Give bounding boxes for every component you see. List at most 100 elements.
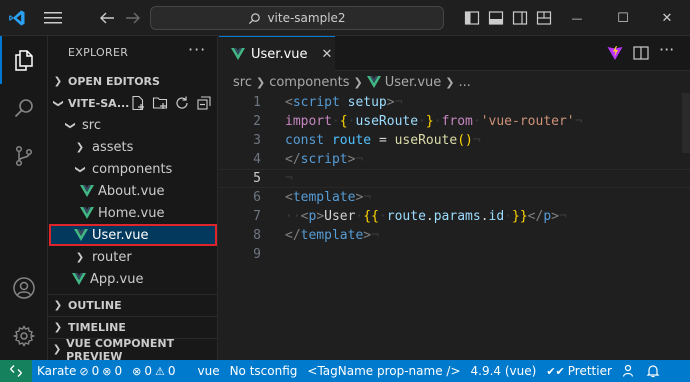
code-line: 3 const route = useRoute()¬ bbox=[219, 131, 690, 150]
explorer-title: EXPLORER bbox=[68, 46, 129, 59]
manage-activity-button[interactable] bbox=[0, 312, 48, 360]
activity-bar bbox=[0, 36, 48, 360]
chevron-right-icon: ❯ bbox=[75, 141, 85, 153]
code-text: ¬ bbox=[285, 171, 293, 186]
problems-status[interactable]: ⊗ 0 ⚠ 0 bbox=[127, 360, 180, 382]
active-indicator bbox=[0, 36, 2, 84]
vite-icon[interactable] bbox=[606, 44, 624, 62]
breadcrumb-item[interactable]: components bbox=[269, 75, 349, 90]
code-text: import·{·useRoute·}·from·'vue-router'¬ bbox=[285, 114, 583, 129]
explorer-actions bbox=[130, 95, 212, 111]
line-number: 3 bbox=[253, 133, 261, 148]
breadcrumb-item[interactable]: src bbox=[233, 75, 252, 90]
line-number: 7 bbox=[253, 209, 261, 224]
vue-file-icon bbox=[74, 229, 88, 241]
double-check-icon: ✔✔ bbox=[546, 364, 565, 378]
version-label: 4.9.4 (vue) bbox=[470, 364, 537, 378]
command-center-search[interactable]: vite-sample2 bbox=[150, 6, 444, 30]
tree-item-label: Home.vue bbox=[98, 205, 165, 221]
search-activity-button[interactable] bbox=[0, 84, 48, 132]
toggle-panel-icon[interactable] bbox=[488, 10, 504, 26]
forward-arrow-icon[interactable] bbox=[124, 9, 142, 27]
karate-status[interactable]: Karate ⊘ 0 ⊗ 0 bbox=[32, 360, 127, 382]
refresh-icon[interactable] bbox=[174, 95, 190, 111]
prettier-status[interactable]: ✔✔ Prettier bbox=[541, 360, 617, 382]
code-text: </script>¬ bbox=[285, 152, 364, 167]
back-arrow-icon[interactable] bbox=[98, 9, 116, 27]
vue-preview-label: VUE COMPONENT PREVIEW bbox=[66, 336, 175, 363]
code-line: 6 <template>¬ bbox=[219, 188, 690, 207]
breadcrumb-item[interactable]: ... bbox=[458, 75, 470, 90]
remote-button[interactable] bbox=[0, 360, 32, 382]
chevron-right-icon: ❯ bbox=[53, 322, 63, 333]
close-window-button[interactable]: ✕ bbox=[644, 0, 690, 36]
notifications-button[interactable] bbox=[641, 360, 665, 382]
chevron-right-icon: ❯ bbox=[53, 300, 63, 311]
line-number: 9 bbox=[253, 247, 261, 262]
warning-count: 0 bbox=[114, 364, 123, 378]
close-tab-icon[interactable]: ✕ bbox=[322, 47, 333, 62]
tree-folder-assets[interactable]: ❯ assets bbox=[48, 136, 218, 158]
chevron-right-icon: ❯ bbox=[75, 251, 85, 263]
split-editor-icon[interactable] bbox=[632, 44, 650, 62]
explorer-more-actions-button[interactable]: ··· bbox=[188, 40, 206, 59]
tree-file-app[interactable]: App.vue bbox=[48, 268, 218, 290]
breadcrumb-item[interactable]: User.vue bbox=[385, 75, 442, 90]
accounts-activity-button[interactable] bbox=[0, 264, 48, 312]
customize-layout-icon[interactable] bbox=[536, 10, 552, 26]
remote-icon bbox=[10, 365, 22, 377]
typescript-version-status[interactable]: 4.9.4 (vue) bbox=[466, 360, 542, 382]
prettier-label: Prettier bbox=[567, 364, 612, 378]
code-line: 4 </script>¬ bbox=[219, 150, 690, 169]
vue-file-icon bbox=[366, 76, 381, 88]
tagname-status[interactable]: <TagName prop-name /> bbox=[302, 360, 465, 382]
language-mode-status[interactable]: vue bbox=[192, 360, 224, 382]
breadcrumb: src ❯ components ❯ User.vue ❯ ... bbox=[219, 71, 690, 93]
tree-file-about[interactable]: About.vue bbox=[48, 180, 218, 202]
source-control-activity-button[interactable] bbox=[0, 132, 48, 180]
tree-file-home[interactable]: Home.vue bbox=[48, 202, 218, 224]
chevron-down-icon: ❯ bbox=[74, 164, 86, 174]
minimize-icon: — bbox=[571, 11, 583, 25]
editor-scrollbar[interactable] bbox=[682, 93, 690, 153]
code-line-current: 5 ¬ bbox=[219, 169, 690, 188]
editor-tab-bar: User.vue ✕ ··· bbox=[219, 36, 690, 71]
new-folder-icon[interactable] bbox=[152, 95, 168, 111]
tree-folder-router[interactable]: ❯ router bbox=[48, 246, 218, 268]
warning-icon: ⚠ bbox=[154, 364, 165, 378]
feedback-button[interactable] bbox=[617, 360, 641, 382]
warning-icon: ⊗ bbox=[102, 364, 112, 378]
vue-file-icon bbox=[231, 48, 245, 60]
code-text: const route = useRoute()¬ bbox=[285, 133, 481, 148]
maximize-button[interactable]: ☐ bbox=[600, 0, 646, 36]
open-editors-label: OPEN EDITORS bbox=[68, 74, 160, 88]
vscode-logo-icon bbox=[9, 10, 25, 26]
project-section[interactable]: ❯ VITE-SA... bbox=[48, 92, 218, 114]
more-actions-button[interactable]: ··· bbox=[659, 40, 683, 59]
gear-icon bbox=[12, 325, 36, 347]
minimize-button[interactable]: — bbox=[554, 0, 600, 36]
search-icon bbox=[249, 12, 261, 24]
explorer-sidebar: EXPLORER ··· ❯ OPEN EDITORS ❯ VITE-SA... bbox=[48, 36, 218, 363]
vue-file-icon bbox=[80, 185, 94, 197]
tree-folder-components[interactable]: ❯ components bbox=[48, 158, 218, 180]
tab-user-vue[interactable]: User.vue ✕ bbox=[219, 36, 335, 71]
tsconfig-status[interactable]: No tsconfig bbox=[225, 360, 303, 382]
toggle-primary-sidebar-icon[interactable] bbox=[464, 10, 480, 26]
toggle-secondary-sidebar-icon[interactable] bbox=[512, 10, 528, 26]
new-file-icon[interactable] bbox=[130, 95, 146, 111]
open-editors-section[interactable]: ❯ OPEN EDITORS bbox=[48, 70, 218, 92]
code-editor[interactable]: 1 <script setup>¬ 2 import·{·useRoute·}·… bbox=[219, 93, 690, 360]
collapse-all-icon[interactable] bbox=[196, 95, 212, 111]
karate-label: Karate bbox=[37, 364, 77, 378]
tree-file-user-selected[interactable]: User.vue bbox=[49, 224, 217, 246]
vue-preview-section[interactable]: ❯ VUE COMPONENT PREVIEW bbox=[48, 336, 218, 363]
outline-section[interactable]: ❯ OUTLINE bbox=[48, 294, 218, 316]
chevron-right-icon: ❯ bbox=[53, 75, 63, 87]
timeline-section[interactable]: ❯ TIMELINE bbox=[48, 316, 218, 338]
tree-folder-src[interactable]: ❯ src bbox=[48, 114, 218, 136]
explorer-activity-button[interactable] bbox=[0, 36, 48, 84]
menu-icon[interactable] bbox=[44, 11, 62, 25]
tab-label: User.vue bbox=[251, 46, 308, 62]
tree-item-label: components bbox=[92, 161, 173, 177]
